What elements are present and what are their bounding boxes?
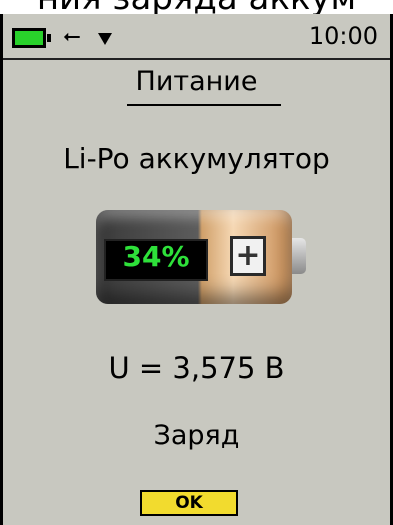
plus-icon: + [230, 236, 266, 276]
title-underline [127, 104, 281, 106]
battery-type-label: Li-Po аккумулятор [63, 142, 330, 175]
usb-icon: ⭠ [63, 24, 81, 49]
status-time: 10:00 [308, 22, 378, 50]
battery-percent: 34% [122, 240, 190, 273]
ok-button[interactable]: OK [140, 490, 238, 516]
page-title: Питание [135, 66, 258, 97]
charge-status: Заряд [153, 420, 240, 451]
status-bar: ⭠ 10:00 [3, 14, 390, 60]
battery-tip [292, 238, 306, 274]
arrow-down-icon [98, 33, 112, 45]
battery-icon [12, 28, 51, 48]
battery-graphic: 34% + [96, 210, 306, 304]
voltage-readout: U = 3,575 В [108, 351, 285, 385]
device-screen: ⭠ 10:00 Питание Li-Po аккумулятор 34% + … [0, 14, 393, 525]
